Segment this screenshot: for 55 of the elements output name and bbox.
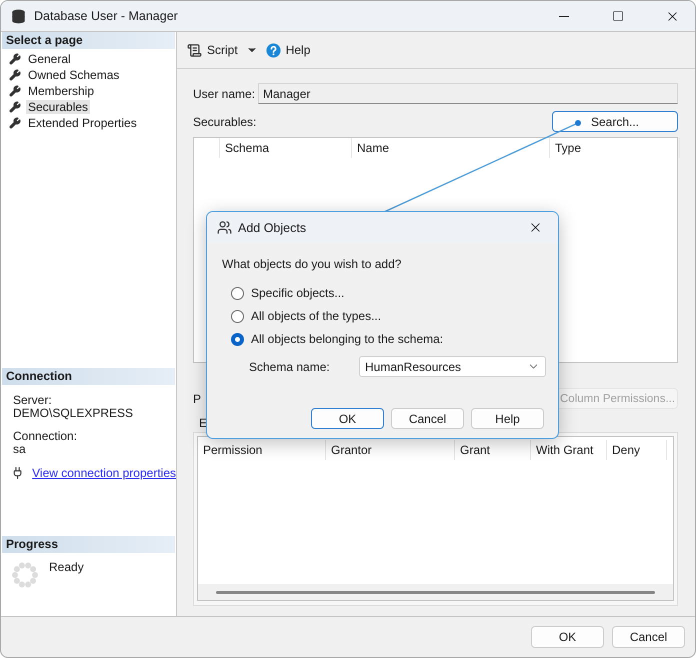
column-header[interactable]: Schema	[220, 138, 352, 158]
securables-label: Securables:	[193, 114, 256, 128]
dialog-question: What objects do you wish to add?	[222, 258, 402, 271]
radio-option[interactable]: All objects of the types...	[231, 308, 546, 324]
schema-name-label: Schema name:	[249, 360, 330, 374]
database-icon	[11, 8, 26, 24]
dialog-title: Add Objects	[238, 220, 308, 234]
column-header[interactable]: Permission	[198, 440, 326, 460]
section-header: Select a page	[2, 32, 175, 49]
column-header[interactable]: Grant	[455, 440, 531, 460]
server-value: DEMO\SQLEXPRESS	[13, 407, 134, 420]
users-icon	[217, 220, 232, 235]
wrench-icon	[9, 85, 21, 97]
wrench-icon	[9, 101, 21, 113]
page-item[interactable]: General	[26, 52, 73, 66]
horizontal-scrollbar[interactable]	[198, 584, 673, 600]
ok-button[interactable]: OK	[311, 408, 384, 429]
page-item[interactable]: Membership	[26, 84, 96, 98]
wrench-icon	[9, 69, 21, 81]
column-header[interactable]: With Grant	[531, 440, 607, 460]
connection-label: Connection:	[13, 430, 78, 443]
page-item[interactable]: Owned Schemas	[26, 68, 122, 82]
connection-properties-link[interactable]: View connection properties	[32, 466, 176, 480]
help-button[interactable]: Help	[264, 42, 312, 58]
column-header[interactable]: Grantor	[326, 440, 455, 460]
server-label: Server:	[13, 394, 53, 407]
script-button[interactable]: Script	[185, 42, 240, 58]
ok-button[interactable]: OK	[531, 626, 604, 648]
search-button[interactable]: Search...	[552, 111, 678, 132]
page-item[interactable]: Extended Properties	[26, 116, 139, 130]
help-button[interactable]: Help	[471, 408, 544, 429]
user-name-field[interactable]: Manager	[258, 83, 678, 104]
wrench-icon	[9, 117, 21, 129]
user-name-label: User name:	[193, 86, 256, 100]
wrench-icon	[9, 53, 21, 65]
schema-name-dropdown[interactable]: HumanResources	[359, 356, 546, 377]
cancel-button[interactable]: Cancel	[612, 626, 685, 648]
permissions-label: P	[193, 392, 202, 406]
page-item[interactable]: Securables	[26, 100, 90, 114]
section-header: Connection	[2, 368, 175, 385]
section-header: Progress	[2, 536, 175, 553]
window-title: Database User - Manager	[34, 9, 179, 23]
progress-status: Ready	[49, 561, 84, 576]
connection-value: sa	[13, 443, 27, 456]
column-header[interactable]: Type	[550, 138, 680, 158]
maximize-icon	[612, 10, 624, 22]
radio-option[interactable]: Specific objects...	[231, 285, 546, 301]
radio-option[interactable]: All objects belonging to the schema:	[231, 331, 546, 347]
column-header[interactable]: Name	[352, 138, 550, 158]
cancel-button[interactable]: Cancel	[391, 408, 464, 429]
plug-icon	[11, 466, 24, 480]
spinner-icon	[11, 561, 39, 589]
column-header[interactable]: Deny	[607, 440, 667, 460]
script-icon	[187, 42, 202, 58]
help-icon	[266, 42, 281, 58]
